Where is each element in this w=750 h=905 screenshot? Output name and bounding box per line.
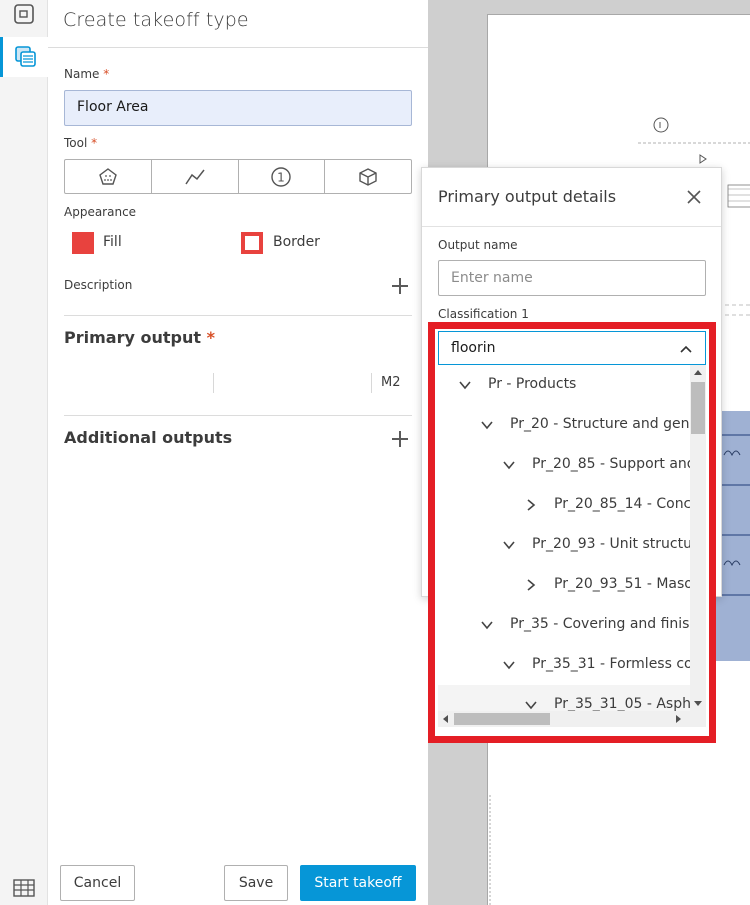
horizontal-scroll-thumb[interactable] [454,713,550,725]
chevron-down-icon[interactable] [502,538,516,552]
required-mark: * [103,67,110,81]
divider [48,47,428,48]
scroll-right-arrow-icon[interactable] [676,715,682,723]
tree-item-label: Pr_35_31_05 - Aspha [554,696,690,711]
chevron-down-icon[interactable] [480,618,494,632]
add-description-icon[interactable] [391,277,409,295]
count-tool-button[interactable]: 1 [239,160,326,193]
count-icon: 1 [271,166,292,187]
tree-item[interactable]: Pr_20_85_14 - Concr [438,485,690,525]
polyline-length-tool-button[interactable] [152,160,239,193]
chevron-right-icon[interactable] [524,578,538,592]
primary-output-heading: Primary output * [64,328,215,347]
tree-item-label: Pr_20_93_51 - Maso [554,576,690,592]
classification-tree[interactable]: Pr - Products Pr_20 - Structure and gene P… [438,365,690,711]
border-label: Border [273,234,320,250]
name-label: Name * [64,67,110,81]
tree-item-label: Pr_20_85 - Support and [532,456,690,472]
tree-item[interactable]: Pr_20_93_51 - Maso [438,565,690,605]
tree-item[interactable]: Pr_35_31 - Formless cov [438,645,690,685]
sheets-icon[interactable] [0,0,48,34]
tree-item[interactable]: Pr_20_93 - Unit structur [438,525,690,565]
tree-item[interactable]: Pr_35 - Covering and finish [438,605,690,645]
panel-title: Create takeoff type [63,9,249,31]
tree-item[interactable]: Pr_20_85 - Support and [438,445,690,485]
scroll-left-arrow-icon[interactable] [442,715,448,723]
cube-volume-icon [359,167,377,186]
appearance-label: Appearance [64,205,137,219]
vertical-scroll-thumb[interactable] [691,382,705,434]
horizontal-scrollbar[interactable] [438,711,706,727]
name-input[interactable]: Floor Area [64,90,412,126]
tree-item[interactable]: Pr - Products [438,365,690,405]
tool-label: Tool * [64,136,98,150]
divider [64,315,412,316]
primary-unit[interactable]: M2 [381,375,401,390]
add-output-icon[interactable] [391,430,409,448]
chevron-down-icon[interactable] [502,658,516,672]
volume-tool-button[interactable] [325,160,411,193]
output-name-label: Output name [438,238,518,252]
takeoff-types-icon[interactable] [0,37,48,77]
save-button[interactable]: Save [224,865,288,901]
polyline-length-icon [185,169,205,184]
tree-item[interactable]: Pr_35_31_05 - Aspha [438,685,690,711]
divider [213,373,214,393]
classification-label: Classification 1 [438,307,529,321]
chevron-right-icon[interactable] [524,498,538,512]
tree-item-label: Pr_20_85_14 - Concr [554,496,690,512]
tree-item-label: Pr - Products [488,376,577,392]
scroll-up-arrow-icon[interactable] [694,369,702,375]
create-takeoff-panel: Create takeoff type Name * Floor Area To… [48,0,428,905]
tree-item-label: Pr_35 - Covering and finish [510,616,690,632]
divider [371,373,372,393]
tree-item-label: Pr_20_93 - Unit structur [532,536,690,552]
fill-label: Fill [103,234,122,250]
required-mark: * [91,136,98,150]
additional-outputs-heading: Additional outputs [64,428,233,447]
classification-search-input[interactable]: floorin [438,331,706,365]
polygon-area-icon [99,167,117,185]
chevron-down-icon[interactable] [480,418,494,432]
tree-item-label: Pr_35_31 - Formless cov [532,656,690,672]
close-icon[interactable] [686,189,702,205]
output-name-input[interactable]: Enter name [438,260,706,296]
scroll-down-arrow-icon[interactable] [694,701,702,707]
start-takeoff-button[interactable]: Start takeoff [300,865,416,901]
tree-item-label: Pr_20 - Structure and gene [510,416,690,432]
classification-value: floorin [451,340,496,356]
details-title: Primary output details [438,187,617,206]
chevron-down-icon[interactable] [524,698,538,711]
required-mark: * [206,328,215,347]
table-icon[interactable] [0,868,48,905]
count-icon-glyph: 1 [278,170,286,184]
vertical-scrollbar[interactable] [690,365,706,711]
divider [422,226,721,227]
cancel-button[interactable]: Cancel [60,865,135,901]
description-label: Description [64,278,133,292]
divider [64,415,412,416]
chevron-down-icon[interactable] [502,458,516,472]
polygon-area-tool-button[interactable] [65,160,152,193]
chevron-up-icon[interactable] [679,342,693,356]
fill-color-swatch[interactable] [72,232,94,254]
tool-selector: 1 [64,159,412,194]
chevron-down-icon[interactable] [458,378,472,392]
border-color-swatch[interactable] [241,232,263,254]
left-icon-rail [0,0,48,905]
tree-item[interactable]: Pr_20 - Structure and gene [438,405,690,445]
